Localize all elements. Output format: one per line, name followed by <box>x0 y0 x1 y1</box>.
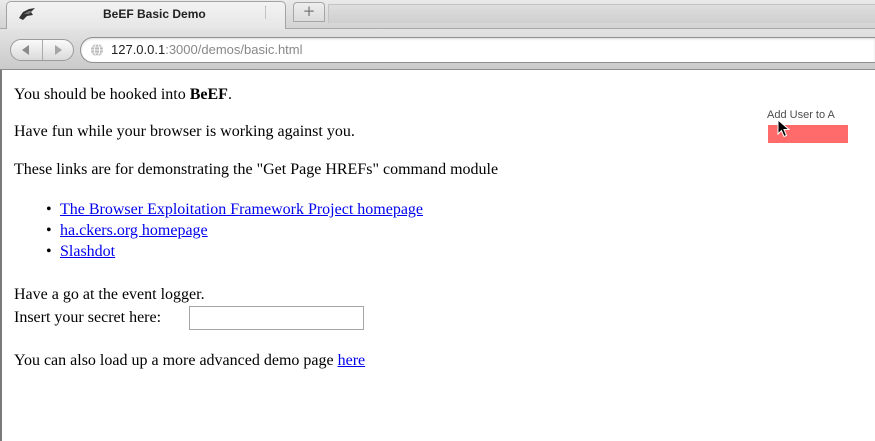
tab-title: BeEF Basic Demo <box>103 7 206 21</box>
globe-icon <box>91 43 103 57</box>
tab-close-icon[interactable] <box>265 6 279 20</box>
bullet: • <box>46 222 52 239</box>
event-logger-text: Have a go at the event logger. <box>14 286 205 303</box>
list-item: • ha.ckers.org homepage <box>14 222 423 243</box>
link-slashdot[interactable]: Slashdot <box>60 243 115 260</box>
intro-prefix: You should be hooked into <box>14 86 190 103</box>
secret-label: Insert your secret here: <box>14 309 162 326</box>
mouse-pointer-icon <box>777 119 791 138</box>
advanced-demo-link[interactable]: here <box>338 352 366 369</box>
back-forward-group <box>10 39 74 61</box>
page-content: You should be hooked into BeEF. Have fun… <box>0 70 875 441</box>
link-beef-project[interactable]: The Browser Exploitation Framework Proje… <box>60 201 423 218</box>
link-hackers-org[interactable]: ha.ckers.org homepage <box>60 222 208 239</box>
list-item: • Slashdot <box>14 243 423 264</box>
bullet: • <box>46 201 52 218</box>
intro-bold: BeEF <box>189 86 228 103</box>
secret-input[interactable] <box>189 306 364 330</box>
intro-suffix: . <box>227 86 232 103</box>
list-item: • The Browser Exploitation Framework Pro… <box>14 201 423 222</box>
url-path: :3000/demos/basic.html <box>165 42 303 57</box>
window-left-border <box>0 70 2 441</box>
advanced-demo-text: You can also load up a more advanced dem… <box>14 352 365 370</box>
browser-titlebar: BeEF Basic Demo + <box>0 0 875 29</box>
links-intro-text: These links are for demonstrating the "G… <box>14 161 499 178</box>
back-arrow-icon <box>22 45 29 55</box>
intro-text: You should be hooked into BeEF. <box>14 86 232 104</box>
links-list: • The Browser Exploitation Framework Pro… <box>14 201 423 264</box>
forward-button[interactable] <box>43 40 73 60</box>
new-tab-button[interactable]: + <box>293 2 325 22</box>
browser-navbar: 127.0.0.1:3000/demos/basic.html <box>0 29 875 70</box>
url-text: 127.0.0.1:3000/demos/basic.html <box>111 42 303 57</box>
back-button[interactable] <box>11 40 43 60</box>
forward-arrow-icon <box>55 45 62 55</box>
bullet: • <box>46 243 52 260</box>
beef-favicon-icon <box>19 8 35 20</box>
fun-text: Have fun while your browser is working a… <box>14 123 355 140</box>
advanced-prefix: You can also load up a more advanced dem… <box>14 352 338 369</box>
tab-strip-empty <box>328 4 875 23</box>
address-bar[interactable]: 127.0.0.1:3000/demos/basic.html <box>80 37 875 63</box>
browser-tab[interactable]: BeEF Basic Demo <box>6 1 286 29</box>
url-host: 127.0.0.1 <box>111 42 166 57</box>
